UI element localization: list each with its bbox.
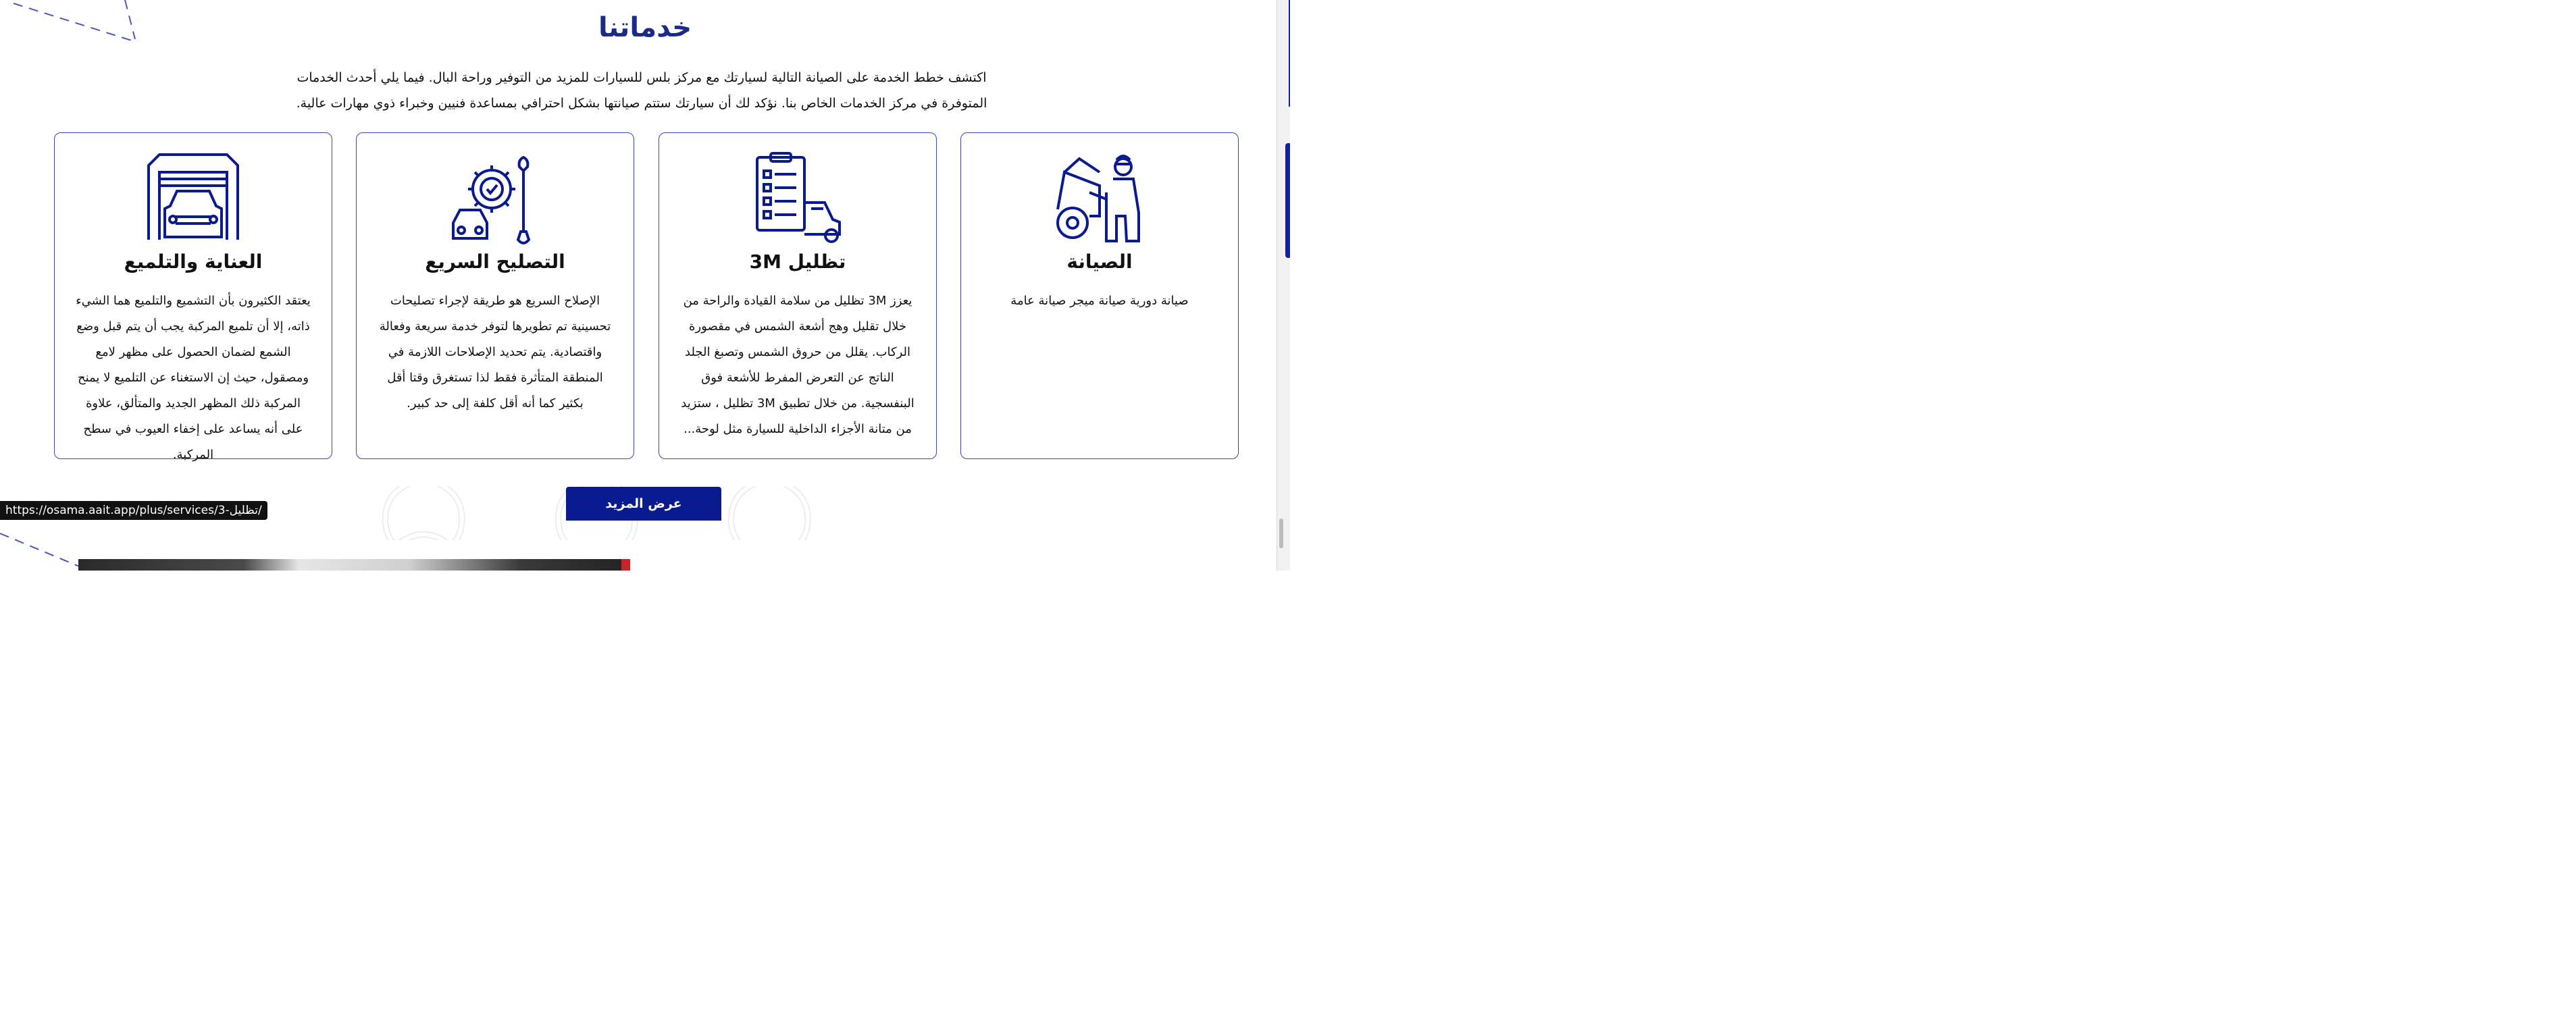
side-scroll-indicator[interactable] [1285, 143, 1290, 258]
card-body: صيانة دورية صيانة ميجر صيانة عامة [1010, 294, 1189, 308]
section-intro: اكتشف خطط الخدمة على الصيانة التالية لسي… [284, 65, 1000, 116]
card-title: تظليل 3M [749, 250, 846, 273]
checklist-car-icon [659, 152, 936, 246]
page-viewport: خدماتنا اكتشف خطط الخدمة على الصيانة الت… [0, 0, 1290, 571]
card-body: يعتقد الكثيرون بأن التشميع والتلميع هما … [76, 294, 311, 462]
next-section-image [78, 559, 630, 571]
service-card-quick-repair[interactable]: التصليح السريع الإصلاح السريع هو طريقة ل… [356, 132, 634, 459]
scrollbar-thumb[interactable] [1279, 519, 1283, 548]
card-title: الصيانة [1066, 250, 1133, 273]
services-cards: الصيانة صيانة دورية صيانة ميجر صيانة عام… [54, 132, 1239, 462]
section-title: خدماتنا [598, 12, 692, 43]
show-more-button[interactable]: عرض المزيد [566, 487, 721, 521]
service-card-care-polish[interactable]: العناية والتلميع يعتقد الكثيرون بأن التش… [54, 132, 332, 462]
card-body: الإصلاح السريع هو طريقة لإجراء تصليحات ت… [379, 294, 611, 411]
next-section-image-accent [621, 559, 630, 571]
side-accent-bar [1289, 0, 1290, 107]
side-scroll-track[interactable] [1277, 0, 1290, 571]
service-card-maintenance[interactable]: الصيانة صيانة دورية صيانة ميجر صيانة عام… [960, 132, 1239, 459]
garage-car-icon [55, 152, 332, 246]
mechanic-car-icon [961, 152, 1238, 246]
status-bar-url: https://osama.aait.app/plus/services/3-ت… [0, 501, 267, 520]
card-title: العناية والتلميع [124, 250, 263, 273]
service-card-3m-tint[interactable]: تظليل 3M يعزز 3M تظليل من سلامة القيادة … [659, 132, 937, 459]
intro-line-1: اكتشف خطط الخدمة على الصيانة التالية لسي… [297, 70, 987, 85]
gear-wrench-car-icon [357, 152, 634, 246]
card-title: التصليح السريع [425, 250, 565, 273]
card-body: يعزز 3M تظليل من سلامة القيادة والراحة م… [681, 294, 915, 436]
intro-line-2: المتوفرة في مركز الخدمات الخاص بنا. نؤكد… [296, 96, 987, 111]
